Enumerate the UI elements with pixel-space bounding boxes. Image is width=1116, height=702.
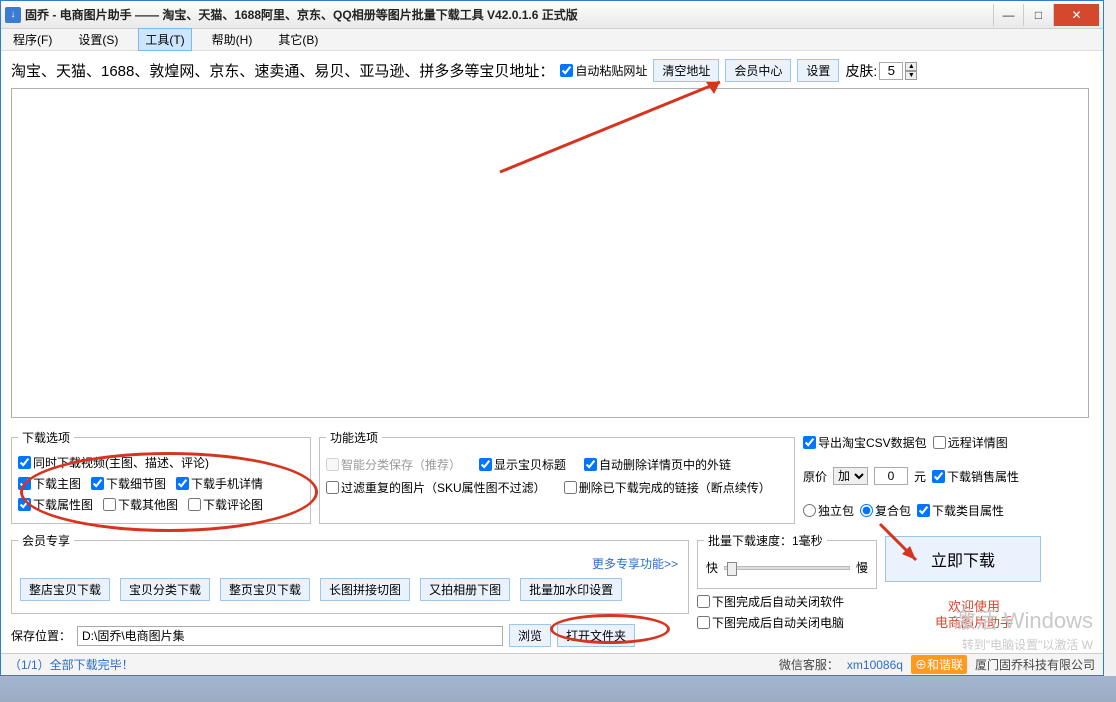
chk-autodel[interactable]: 自动删除详情页中的外链 — [584, 456, 731, 473]
chk-other[interactable]: 下载其他图 — [103, 496, 178, 513]
btn-category[interactable]: 宝贝分类下载 — [120, 578, 210, 601]
wechat-label: 微信客服： — [779, 656, 839, 673]
menubar: 程序(F) 设置(S) 工具(T) 帮助(H) 其它(B) — [1, 29, 1103, 51]
chk-csv[interactable]: 导出淘宝CSV数据包 — [803, 434, 927, 451]
minimize-button[interactable]: — — [993, 4, 1023, 26]
chk-remote[interactable]: 远程详情图 — [933, 434, 1008, 451]
chk-cat-attr[interactable]: 下载类目属性 — [917, 502, 1004, 519]
menu-program[interactable]: 程序(F) — [7, 29, 58, 50]
open-folder-button[interactable]: 打开文件夹 — [557, 624, 635, 647]
menu-tools[interactable]: 工具(T) — [138, 28, 191, 51]
price-input[interactable] — [874, 467, 908, 485]
price-op-select[interactable]: 加 — [833, 467, 868, 485]
skin-input[interactable] — [879, 62, 903, 80]
chk-close-pc[interactable]: 下图完成后自动关闭电脑 — [697, 614, 877, 631]
chk-delcache[interactable]: 删除已下载完成的链接（断点续传） — [564, 479, 771, 496]
taskbar — [0, 676, 1116, 702]
save-path-input[interactable] — [77, 626, 503, 646]
maximize-button[interactable]: □ — [1023, 4, 1053, 26]
clear-url-button[interactable]: 清空地址 — [653, 59, 719, 82]
speed-fast: 快 — [706, 559, 718, 576]
statusbar: （1/1）全部下载完毕！ 微信客服： xm10086q ⊕和谐联 厦门固乔科技有… — [1, 653, 1103, 675]
radio-combo[interactable]: 复合包 — [860, 502, 911, 519]
radio-single[interactable]: 独立包 — [803, 502, 854, 519]
chk-close-soft[interactable]: 下图完成后自动关闭软件 — [697, 593, 877, 610]
price-unit: 元 — [914, 468, 926, 485]
settings-button[interactable]: 设置 — [797, 59, 839, 82]
menu-other[interactable]: 其它(B) — [272, 29, 324, 50]
right-options: 导出淘宝CSV数据包 远程详情图 原价 加 元 下载销售属性 独立包 复合包 下… — [803, 429, 1087, 524]
speed-slow: 慢 — [856, 559, 868, 576]
union-badge: ⊕和谐联 — [911, 655, 967, 674]
chk-mobile[interactable]: 下载手机详情 — [176, 475, 263, 492]
member-center-button[interactable]: 会员中心 — [725, 59, 791, 82]
btn-youpai[interactable]: 又拍相册下图 — [420, 578, 510, 601]
menu-help[interactable]: 帮助(H) — [206, 29, 259, 50]
windows-watermark2: 转到"电脑设置"以激活 W — [962, 636, 1093, 653]
close-button[interactable]: ✕ — [1053, 4, 1099, 26]
download-now-button[interactable]: 立即下载 — [885, 536, 1041, 582]
corp-name: 厦门固乔科技有限公司 — [975, 656, 1095, 673]
speed-group: 批量下载速度：1毫秒 快 慢 — [697, 532, 877, 589]
btn-whole-shop[interactable]: 整店宝贝下载 — [20, 578, 110, 601]
url-textarea[interactable] — [11, 88, 1089, 418]
wechat-id[interactable]: xm10086q — [847, 658, 903, 672]
function-options-group: 功能选项 智能分类保存（推荐） 显示宝贝标题 自动删除详情页中的外链 过滤重复的… — [319, 429, 795, 524]
speed-slider[interactable] — [724, 566, 850, 570]
auto-paste-checkbox[interactable]: 自动粘贴网址 — [560, 62, 647, 79]
chk-title[interactable]: 显示宝贝标题 — [479, 456, 566, 473]
price-label: 原价 — [803, 468, 827, 485]
save-label: 保存位置： — [11, 627, 71, 644]
skin-down[interactable]: ▼ — [905, 71, 917, 80]
download-options-group: 下载选项 同时下载视频(主图、描述、评论) 下载主图 下载细节图 下载手机详情 … — [11, 429, 311, 524]
menu-settings[interactable]: 设置(S) — [72, 29, 124, 50]
chk-video[interactable]: 同时下载视频(主图、描述、评论) — [18, 454, 209, 471]
chk-sale-attr[interactable]: 下载销售属性 — [932, 468, 1019, 485]
chk-filter[interactable]: 过滤重复的图片（SKU属性图不过滤） — [326, 479, 546, 496]
btn-watermark[interactable]: 批量加水印设置 — [520, 578, 622, 601]
chk-detail[interactable]: 下载细节图 — [91, 475, 166, 492]
app-icon: ↓ — [5, 7, 21, 23]
chk-comment[interactable]: 下载评论图 — [188, 496, 263, 513]
browse-button[interactable]: 浏览 — [509, 624, 551, 647]
chk-main[interactable]: 下载主图 — [18, 475, 81, 492]
url-prompt: 淘宝、天猫、1688、敦煌网、京东、速卖通、易贝、亚马逊、拼多多等宝贝地址： — [11, 60, 554, 81]
btn-longimg[interactable]: 长图拼接切图 — [320, 578, 410, 601]
more-link[interactable]: 更多专享功能>> — [18, 553, 682, 572]
btn-whole-page[interactable]: 整页宝贝下载 — [220, 578, 310, 601]
status-progress: （1/1）全部下载完毕！ — [9, 656, 134, 673]
member-group: 会员专享 更多专享功能>> 整店宝贝下载 宝贝分类下载 整页宝贝下载 长图拼接切… — [11, 532, 689, 614]
window-title: 固乔 - 电商图片助手 —— 淘宝、天猫、1688阿里、京东、QQ相册等图片批量… — [25, 6, 993, 23]
skin-up[interactable]: ▲ — [905, 62, 917, 71]
skin-label: 皮肤: — [845, 61, 877, 81]
titlebar: ↓ 固乔 - 电商图片助手 —— 淘宝、天猫、1688阿里、京东、QQ相册等图片… — [1, 1, 1103, 29]
chk-smart[interactable]: 智能分类保存（推荐） — [326, 456, 461, 473]
windows-watermark: 激活 Windows — [954, 603, 1093, 635]
chk-attr[interactable]: 下载属性图 — [18, 496, 93, 513]
